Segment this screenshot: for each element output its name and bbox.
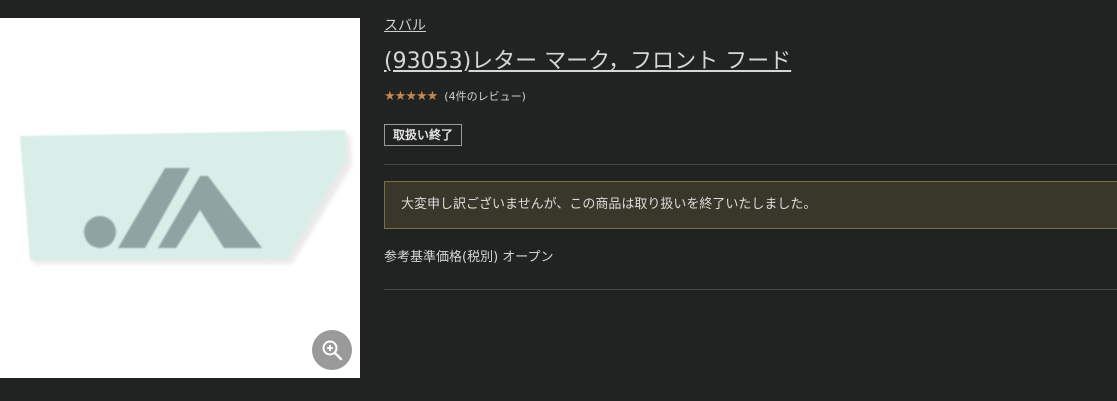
status-badge: 取扱い終了 <box>384 124 463 146</box>
review-count-link[interactable]: (4件のレビュー) <box>444 88 526 104</box>
divider <box>384 289 1117 290</box>
zoom-in-icon <box>322 340 343 361</box>
star-icon: ★ <box>384 88 396 104</box>
star-icon: ★ <box>405 88 417 104</box>
star-icon: ★ <box>426 88 439 104</box>
zoom-button[interactable] <box>312 330 352 370</box>
divider <box>384 164 1117 165</box>
rating[interactable]: ★★★★★ (4件のレビュー) <box>384 88 526 104</box>
product-image[interactable] <box>0 18 360 378</box>
reference-price: 参考基準価格(税別) オープン <box>384 250 554 265</box>
brand-link[interactable]: スバル <box>384 15 426 35</box>
star-icon: ★ <box>415 88 428 104</box>
discontinued-notice: 大変申し訳ございませんが、この商品は取り扱いを終了いたしました。 <box>384 181 1117 229</box>
star-icon: ★ <box>394 88 407 104</box>
star-rating: ★★★★★ <box>384 88 439 104</box>
product-title[interactable]: (93053)レター マーク，フロント フード <box>384 43 791 75</box>
product-photo <box>20 130 352 264</box>
